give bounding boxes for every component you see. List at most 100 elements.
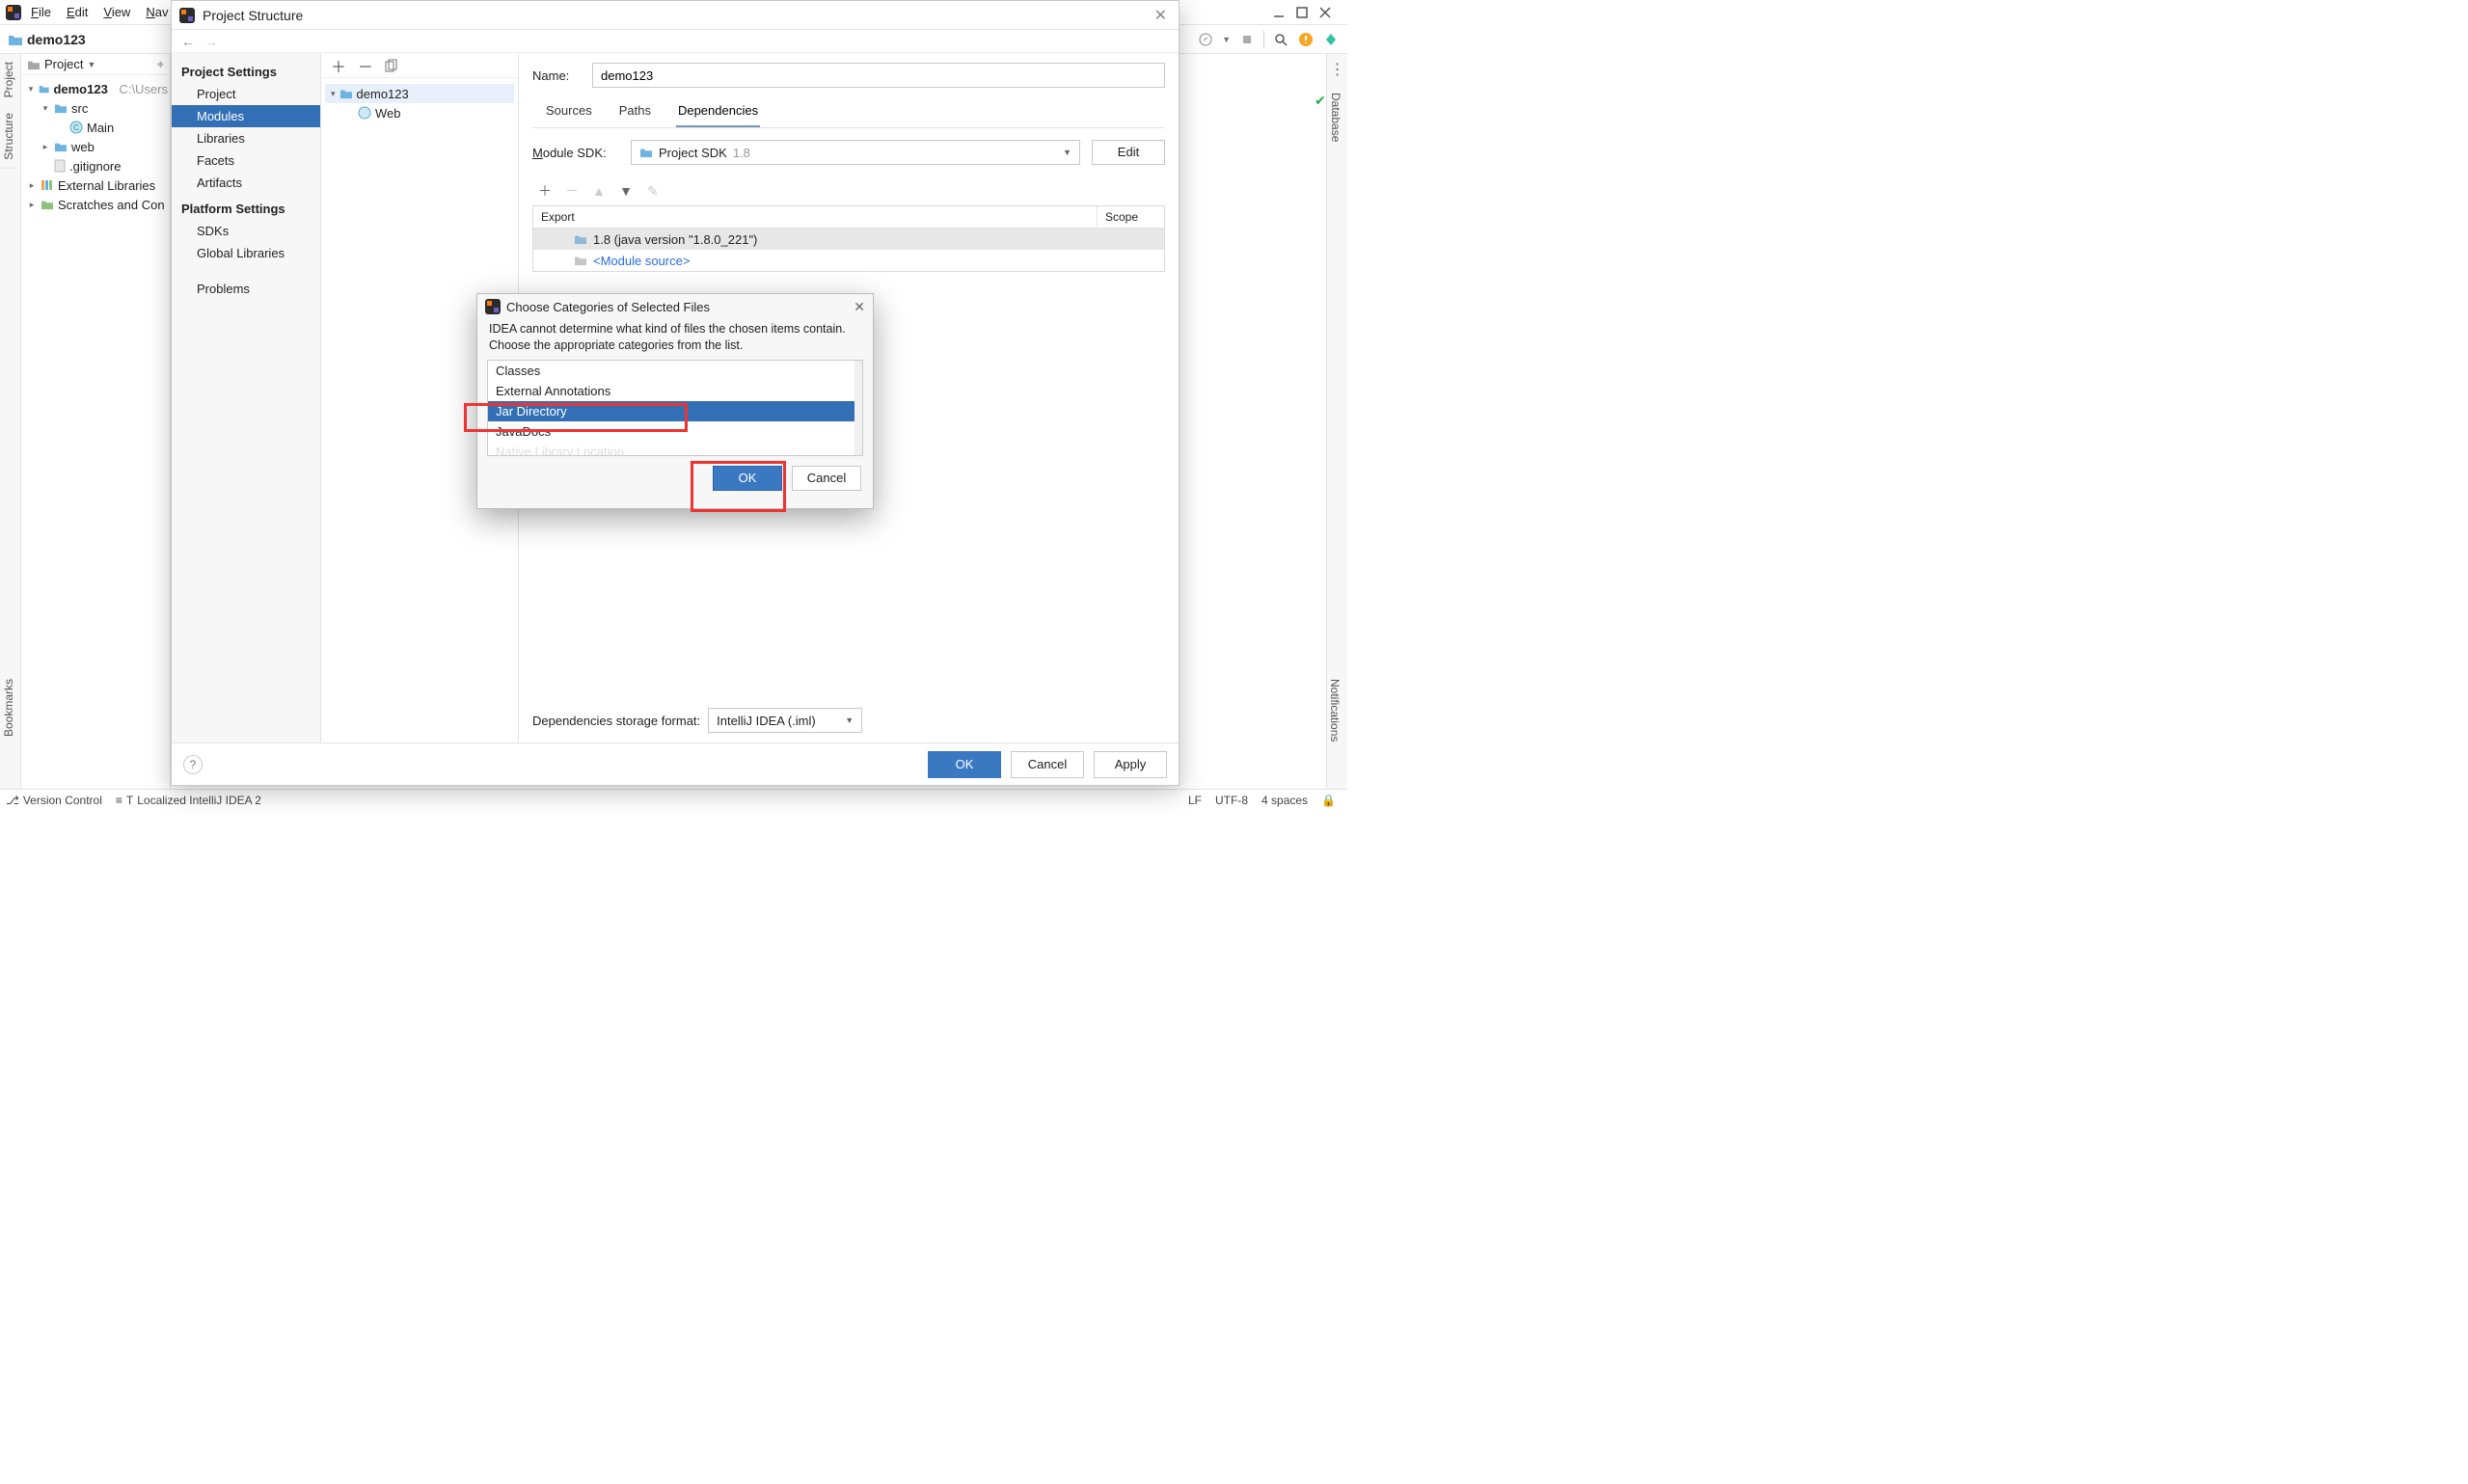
module-name-input[interactable] — [592, 63, 1165, 88]
project-tool-title: Project — [44, 57, 83, 71]
rail-tab-database[interactable]: Database — [1327, 85, 1344, 149]
menu-navigate[interactable]: Nav — [140, 3, 174, 21]
menu-file[interactable]: File — [25, 3, 57, 21]
status-lock-icon[interactable]: 🔒 — [1321, 794, 1336, 807]
menu-view[interactable]: View — [97, 3, 136, 21]
copy-module-icon[interactable] — [385, 59, 398, 72]
toolwindow-todo-tab[interactable]: ≡ T — [116, 794, 133, 807]
dialog-footer: ? OK Cancel Apply — [172, 742, 1179, 785]
module-sdk-select[interactable]: Project SDK 1.8 ▼ — [631, 140, 1080, 165]
tree-node-main[interactable]: CMain — [23, 118, 168, 137]
dialog-close-icon[interactable]: ✕ — [1151, 6, 1171, 25]
window-close-icon[interactable] — [1318, 6, 1332, 19]
col-scope[interactable]: Scope — [1097, 206, 1164, 228]
scrollbar[interactable] — [854, 361, 862, 455]
intellij-logo-icon — [485, 299, 501, 314]
storage-format-label: Dependencies storage format: — [532, 714, 700, 728]
dialog-title: Project Structure — [203, 8, 303, 23]
stop-icon[interactable] — [1238, 31, 1256, 48]
module-tree[interactable]: ▾ demo123 Web — [321, 78, 518, 128]
nav-sdks[interactable]: SDKs — [172, 220, 320, 242]
tree-node-external-libraries[interactable]: ▸External Libraries — [23, 175, 168, 195]
nav-facets[interactable]: Facets — [172, 149, 320, 172]
tab-sources[interactable]: Sources — [544, 97, 594, 127]
category-list[interactable]: Classes External Annotations Jar Directo… — [487, 360, 863, 456]
move-down-icon[interactable]: ▼ — [619, 183, 633, 199]
project-tool-header: Project ▼ ⌖ — [21, 54, 170, 75]
rail-tab-notifications[interactable]: Notifications — [1326, 673, 1343, 747]
nav-modules[interactable]: Modules — [172, 105, 320, 127]
tab-paths[interactable]: Paths — [617, 97, 653, 127]
list-item[interactable]: Jar Directory — [488, 401, 862, 421]
nav-back-icon[interactable]: ← — [181, 34, 195, 49]
select-opened-file-icon[interactable]: ⌖ — [157, 57, 164, 72]
dialog-message: IDEA cannot determine what kind of files… — [477, 319, 873, 360]
storage-format-select[interactable]: IntelliJ IDEA (.iml) ▼ — [708, 708, 862, 733]
project-tree[interactable]: ▾demo123 C:\Users ▾src CMain ▸web .gitig… — [21, 75, 170, 218]
add-dependency-icon[interactable]: ＋ — [538, 181, 552, 201]
tree-node-scratches[interactable]: ▸Scratches and Con — [23, 195, 168, 214]
run-config-caret-icon[interactable]: ▼ — [1222, 35, 1231, 44]
breadcrumb-project: demo123 — [27, 32, 86, 47]
list-item[interactable]: Native Library Location — [488, 442, 862, 456]
tree-node-web[interactable]: ▸web — [23, 137, 168, 156]
status-encoding[interactable]: UTF-8 — [1215, 794, 1248, 807]
add-module-icon[interactable]: ＋ — [331, 54, 346, 77]
rail-tab-bookmarks[interactable]: Bookmarks — [0, 673, 17, 742]
separator — [1263, 31, 1264, 48]
tab-dependencies[interactable]: Dependencies — [676, 97, 760, 127]
tree-node-demo123[interactable]: ▾demo123 C:\Users — [23, 79, 168, 98]
dependency-row[interactable]: 1.8 (java version "1.8.0_221") — [533, 229, 1164, 250]
dependency-row[interactable]: <Module source> — [533, 250, 1164, 271]
tree-node-src[interactable]: ▾src — [23, 98, 168, 118]
project-view-caret-icon[interactable]: ▼ — [87, 60, 95, 69]
window-minimize-icon[interactable] — [1272, 6, 1286, 19]
project-tool-window: Project ▼ ⌖ ▾demo123 C:\Users ▾src CMain… — [21, 54, 171, 789]
nav-problems[interactable]: Problems — [172, 278, 320, 300]
code-with-me-icon[interactable] — [1322, 31, 1340, 48]
nav-project[interactable]: Project — [172, 83, 320, 105]
rail-tab-structure[interactable]: Structure — [0, 105, 17, 169]
menu-edit[interactable]: Edit — [61, 3, 94, 21]
col-export[interactable]: Export — [533, 206, 1097, 228]
module-node-demo123[interactable]: ▾ demo123 — [325, 84, 514, 103]
left-bottom-rail: Bookmarks — [0, 673, 21, 789]
cancel-button[interactable]: Cancel — [792, 466, 861, 491]
app-root: File Edit View Nav demo123 ▼ Project Str… — [0, 0, 1347, 810]
tree-node-gitignore[interactable]: .gitignore — [23, 156, 168, 175]
apply-button[interactable]: Apply — [1094, 751, 1167, 778]
nav-global-libraries[interactable]: Global Libraries — [172, 242, 320, 264]
list-item[interactable]: JavaDocs — [488, 421, 862, 442]
list-item[interactable]: External Annotations — [488, 381, 862, 401]
run-config-icon[interactable] — [1197, 31, 1214, 48]
settings-nav: Project Settings Project Modules Librari… — [172, 53, 321, 742]
updates-available-icon[interactable] — [1297, 31, 1315, 48]
status-bar: ⎇ Version Control ≡ T Localized IntelliJ… — [0, 789, 1347, 810]
list-item[interactable]: Classes — [488, 361, 862, 381]
rail-more-icon[interactable]: ⋮ — [1327, 54, 1347, 85]
status-message: Localized IntelliJ IDEA 2 — [137, 794, 261, 807]
breadcrumb[interactable]: demo123 — [8, 32, 86, 47]
window-maximize-icon[interactable] — [1295, 6, 1309, 19]
ok-button[interactable]: OK — [713, 466, 782, 491]
help-icon[interactable]: ? — [183, 755, 203, 774]
module-toolbar: ＋ － — [321, 53, 518, 78]
sdk-edit-button[interactable]: Edit — [1092, 140, 1165, 165]
toolwindow-vcs-tab[interactable]: ⎇ Version Control — [6, 794, 102, 807]
nav-libraries[interactable]: Libraries — [172, 127, 320, 149]
remove-module-icon[interactable]: － — [358, 54, 373, 77]
nav-section-platform-settings: Platform Settings — [172, 194, 320, 220]
nav-artifacts[interactable]: Artifacts — [172, 172, 320, 194]
module-node-web[interactable]: Web — [325, 103, 514, 122]
rail-tab-project[interactable]: Project — [0, 54, 17, 105]
intellij-logo-icon — [179, 8, 195, 23]
module-sdk-label: Module SDK: — [532, 146, 619, 160]
cancel-button[interactable]: Cancel — [1011, 751, 1084, 778]
dialog-close-icon[interactable]: ✕ — [854, 299, 865, 315]
status-indent[interactable]: 4 spaces — [1261, 794, 1308, 807]
move-up-icon: ▲ — [592, 183, 606, 199]
status-line-sep[interactable]: LF — [1188, 794, 1202, 807]
dialog-title: Choose Categories of Selected Files — [506, 300, 710, 314]
ok-button[interactable]: OK — [928, 751, 1001, 778]
search-icon[interactable] — [1272, 31, 1289, 48]
